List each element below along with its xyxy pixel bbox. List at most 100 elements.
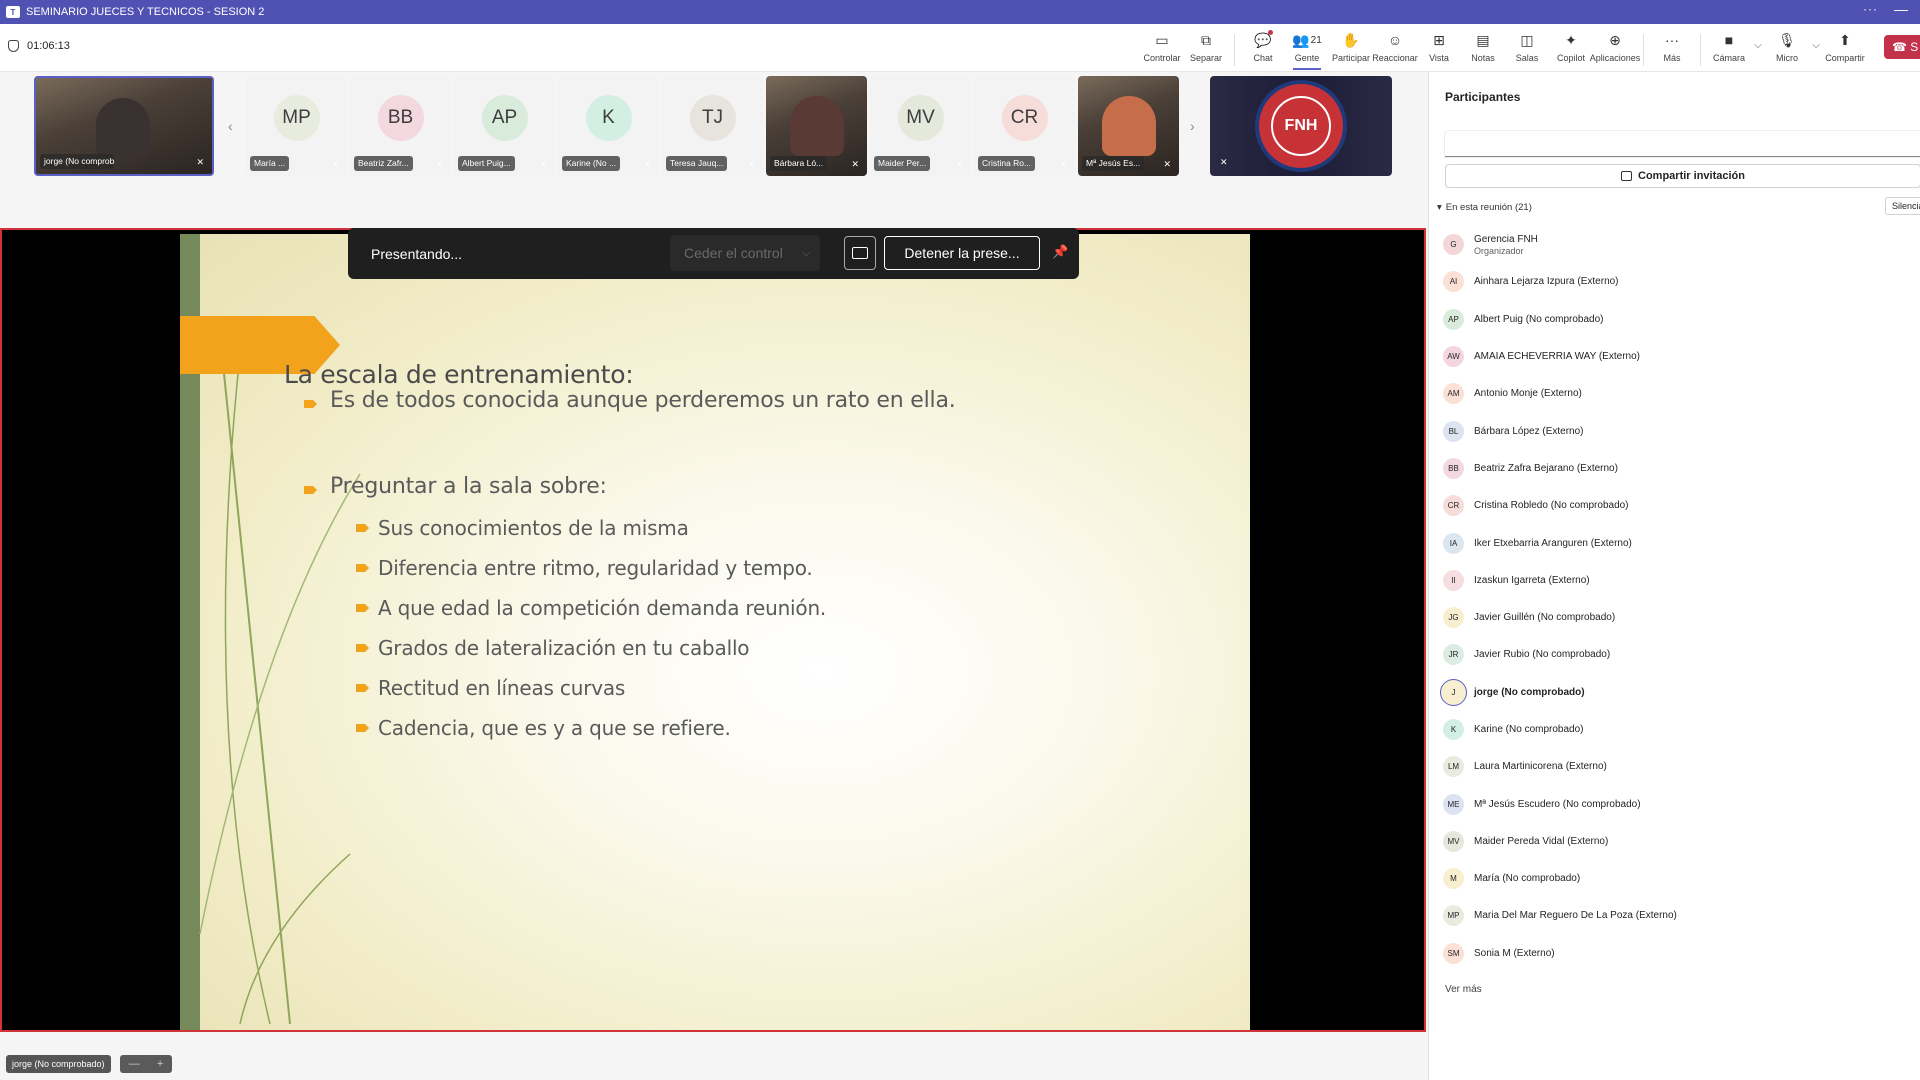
toolbar-emoji-button[interactable]: ☺ Reaccionar (1372, 30, 1418, 63)
participant-row[interactable]: BB Beatriz Zafra Bejarano (Externo) (1443, 450, 1913, 487)
chevron-down-icon[interactable]: ⌵ (1809, 40, 1823, 51)
mic-off-icon: ✕ (435, 159, 443, 169)
participant-tile[interactable]: MP María ... ✕ (246, 76, 347, 176)
participant-tile[interactable]: AP Albert Puig... ✕ (454, 76, 555, 176)
toolbar-more-button[interactable]: ··· Más (1650, 30, 1694, 63)
slide-bullet: Rectitud en líneas curvas (378, 676, 626, 700)
avatar: AI (1443, 271, 1464, 293)
logo-text: FNH (1271, 96, 1331, 156)
participant-row[interactable]: MP Maria Del Mar Reguero De La Poza (Exte… (1443, 897, 1913, 934)
emoji-icon: ☺ (1387, 32, 1403, 48)
participant-list: G Gerencia FNH Organizador AI Ainhara Lejarz… (1440, 226, 1913, 972)
participant-row[interactable]: LM Laura Martinicorena (Externo) (1443, 748, 1913, 785)
participant-info: Javier Rubio (No comprobado) (1474, 649, 1610, 660)
phone-icon: ☎ (1892, 40, 1907, 54)
participant-info: Cristina Robledo (No comprobado) (1474, 500, 1629, 511)
participant-row[interactable]: AM Antonio Monje (Externo) (1443, 375, 1913, 412)
participant-row[interactable]: G Gerencia FNH Organizador (1443, 226, 1913, 263)
participant-row[interactable]: CR Cristina Robledo (No comprobado) (1443, 487, 1913, 524)
toolbar-control-button[interactable]: ▭ Controlar (1140, 30, 1184, 64)
federation-logo-tile[interactable]: FNH ✕ (1210, 76, 1392, 176)
more-options-icon[interactable]: ··· (1863, 2, 1878, 16)
participant-name: Bárbara López (Externo) (1474, 425, 1584, 437)
avatar: IA (1443, 532, 1464, 554)
mute-all-button[interactable]: Silenciar (1885, 197, 1920, 215)
share-invite-button[interactable]: Compartir invitación (1445, 164, 1920, 188)
toolbar-hand-button[interactable]: ✋ Participar (1329, 30, 1373, 64)
participant-row[interactable]: AI Ainhara Lejarza Izpura (Externo) (1443, 263, 1913, 300)
participant-tile[interactable]: TJ Teresa Jauq... ✕ (662, 76, 763, 176)
participant-row[interactable]: JR Javier Rubio (No comprobado) (1443, 636, 1913, 673)
toolbar-rooms-button[interactable]: ◫ Salas (1505, 30, 1549, 64)
participant-row[interactable]: BL Bárbara López (Externo) (1443, 412, 1913, 449)
presenter-name-tag: jorge (No comprobado) (6, 1055, 111, 1073)
participant-row[interactable]: SM Sonia M (Externo) (1443, 935, 1913, 972)
mic-off-icon: ✕ (196, 157, 204, 167)
show-screen-button[interactable] (844, 236, 876, 270)
zoom-in-button[interactable]: + (157, 1055, 163, 1073)
avatar: AM (1443, 383, 1464, 405)
slide-bullet: Preguntar a la sala sobre: (330, 474, 607, 499)
popout-icon: ⧉ (1201, 31, 1211, 48)
participant-tile[interactable]: Bárbara Ló... ✕ (766, 76, 867, 176)
give-control-dropdown[interactable]: Ceder el control ⌵ (670, 235, 820, 271)
toolbar-label: Notas (1471, 53, 1495, 63)
participant-tile[interactable]: MV Maider Per... ✕ (870, 76, 971, 176)
in-meeting-section-toggle[interactable]: ▾ En esta reunión (21) (1437, 202, 1532, 213)
participant-name: Maria Del Mar Reguero De La Poza (Extern… (1474, 910, 1677, 922)
toolbar-camera-button[interactable]: ■ Cámara (1707, 30, 1751, 63)
participant-row[interactable]: AP Albert Puig (No comprobado) (1443, 301, 1913, 338)
participant-row[interactable]: K Karine (No comprobado) (1443, 711, 1913, 748)
stop-presenting-button[interactable]: Detener la prese... (884, 236, 1040, 270)
toolbar-apps-button[interactable]: ⊕ Aplicaciones (1590, 30, 1641, 64)
minimize-button[interactable]: — (1894, 1, 1908, 17)
participant-tile[interactable]: jorge (No comprobado) ✕ (34, 76, 214, 176)
participant-row[interactable]: AW AMAIA ECHEVERRIA WAY (Externo) (1443, 338, 1913, 375)
participant-name: Teresa Jauq... (666, 156, 728, 171)
see-more-link[interactable]: Ver más (1445, 984, 1482, 995)
teams-icon: T (6, 6, 20, 18)
strip-prev-arrow[interactable]: ‹ (228, 118, 233, 134)
participant-tile[interactable]: CR Cristina Ro... ✕ (974, 76, 1075, 176)
toolbar-chat-button[interactable]: 💬 Chat (1241, 30, 1285, 63)
toolbar-popout-button[interactable]: ⧉ Separar (1184, 30, 1228, 64)
shared-screen: La escala de entrenamiento: Es de todos … (0, 228, 1426, 1032)
participant-info: Karine (No comprobado) (1474, 724, 1584, 735)
avatar: ME (1443, 793, 1464, 815)
participant-info: Maria Del Mar Reguero De La Poza (Extern… (1474, 910, 1677, 921)
strip-next-arrow[interactable]: › (1190, 118, 1195, 134)
toolbar-copilot-button[interactable]: ✦ Copilot (1549, 30, 1593, 64)
timer-text: 01:06:13 (27, 40, 70, 52)
participant-tile[interactable]: K Karine (No ... ✕ (558, 76, 659, 176)
participant-row[interactable]: ME Mª Jesús Escudero (No comprobado) (1443, 785, 1913, 822)
participant-row[interactable]: M María (No comprobado) (1443, 860, 1913, 897)
camera-icon: ■ (1724, 32, 1734, 48)
avatar: MP (1443, 905, 1464, 927)
toolbar-mic-off-button[interactable]: 🎙 Micro (1765, 30, 1809, 64)
mic-off-icon: ✕ (955, 159, 963, 169)
avatar: MV (897, 95, 944, 141)
participant-row[interactable]: MV Maider Pereda Vidal (Externo) (1443, 823, 1913, 860)
participant-tile[interactable]: Mª Jesús Es... ✕ (1078, 76, 1179, 176)
toolbar-view-button[interactable]: ⊞ Vista (1417, 30, 1461, 64)
toolbar-label: Gente (1294, 53, 1320, 63)
participant-name: Javier Guillén (No comprobado) (1474, 612, 1616, 624)
participant-tile[interactable]: BB Beatriz Zafr... ✕ (350, 76, 451, 176)
toolbar-people-button[interactable]: 👥 21 Gente (1285, 30, 1329, 70)
participant-row[interactable]: II Izaskun Igarreta (Externo) (1443, 562, 1913, 599)
zoom-out-button[interactable]: — (129, 1055, 140, 1073)
leave-button[interactable]: ☎ S (1884, 35, 1920, 59)
search-participants-input[interactable] (1445, 131, 1920, 157)
participant-row[interactable]: IA Iker Etxebarria Aranguren (Externo) (1443, 524, 1913, 561)
chevron-down-icon[interactable]: ⌵ (1751, 40, 1765, 51)
mic-off-icon: ✕ (1220, 157, 1228, 167)
participant-info: Bárbara López (Externo) (1474, 426, 1584, 437)
participant-row[interactable]: Jjorge (No comprobado) (1440, 674, 1913, 711)
participant-row[interactable]: JG Javier Guillén (No comprobado) (1443, 599, 1913, 636)
screen-icon (852, 247, 868, 259)
toolbar-notes-button[interactable]: ▤ Notas (1461, 30, 1505, 64)
more-icon: ··· (1665, 32, 1679, 48)
control-icon: ▭ (1155, 31, 1169, 48)
toolbar-share-button[interactable]: ⬆ Compartir (1823, 30, 1867, 64)
pin-icon[interactable]: 📌 (1052, 244, 1068, 260)
